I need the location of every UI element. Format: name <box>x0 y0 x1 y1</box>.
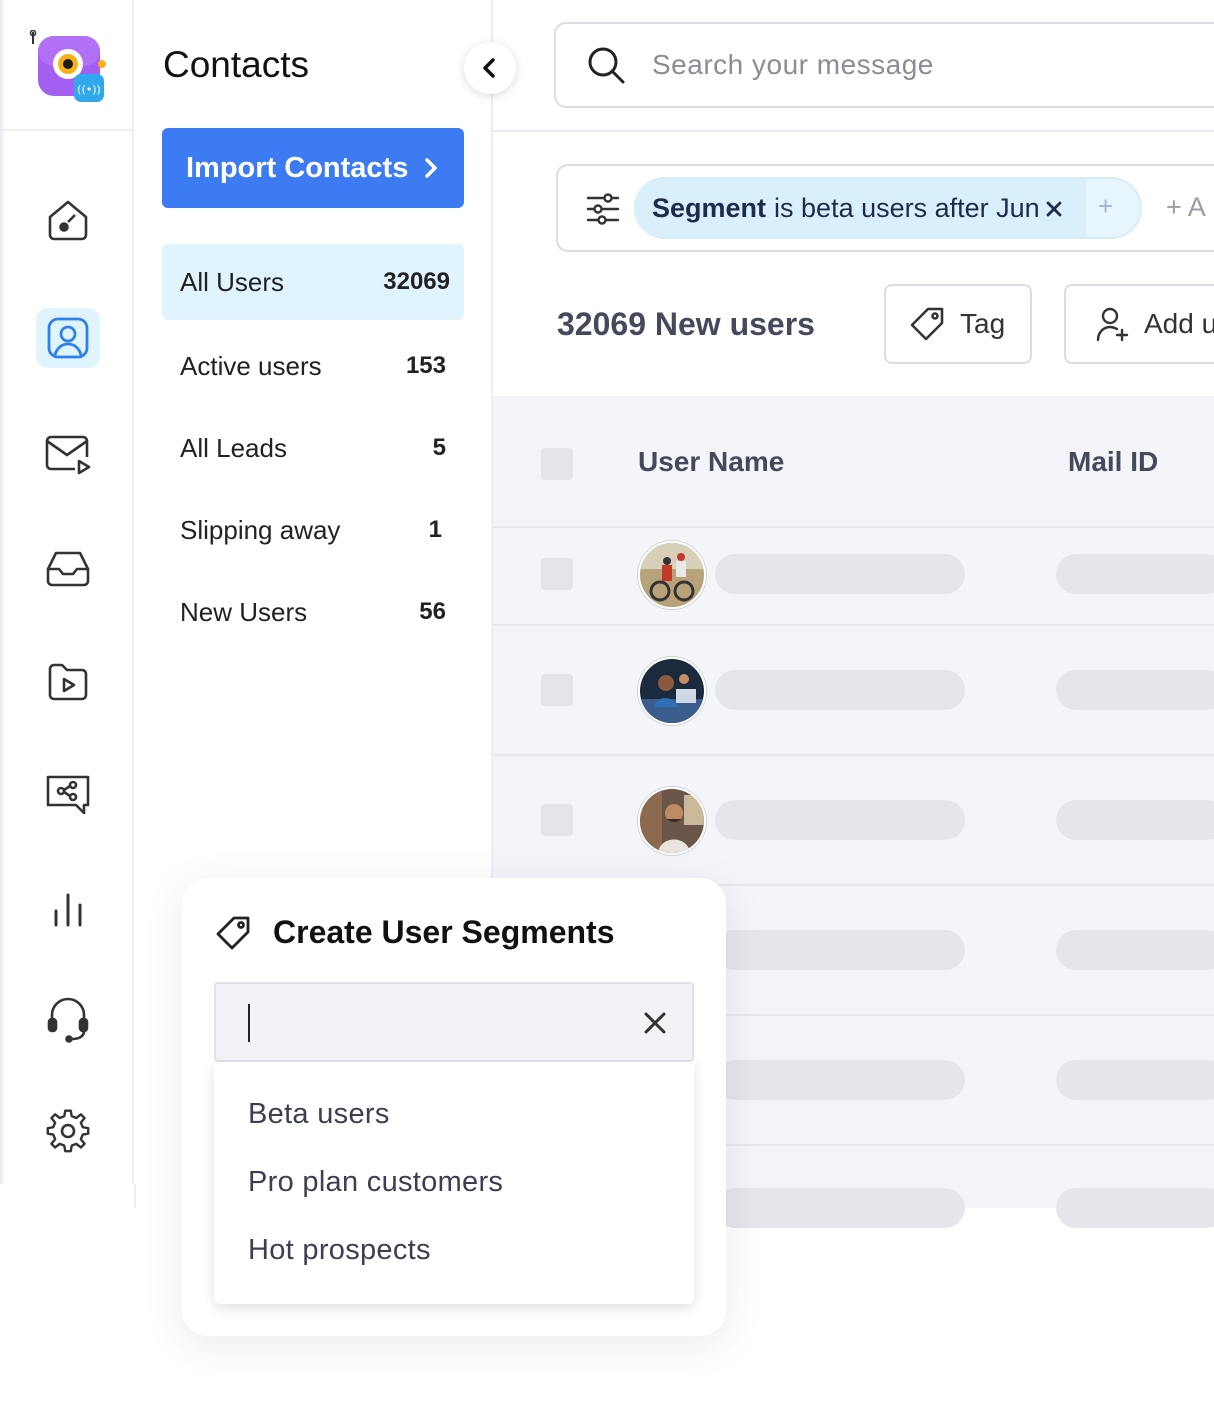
segment-active-users[interactable]: Active users 153 <box>162 328 464 404</box>
add-user-label: Add u <box>1144 308 1214 339</box>
segment-new-users[interactable]: New Users 56 <box>162 574 464 650</box>
chevron-left-icon <box>483 58 495 78</box>
name-placeholder <box>715 670 965 710</box>
import-contacts-label: Import Contacts <box>186 151 409 184</box>
segment-name-input[interactable] <box>214 982 694 1062</box>
column-header-mail-id[interactable]: Mail ID <box>1068 446 1158 478</box>
mail-placeholder <box>1056 930 1214 970</box>
import-contacts-button[interactable]: Import Contacts <box>162 128 464 208</box>
segment-label: Slipping away <box>180 514 341 545</box>
page-title: Contacts <box>163 44 310 85</box>
tag-button[interactable]: Tag <box>884 284 1032 364</box>
collapse-panel-button[interactable] <box>464 42 516 94</box>
avatar <box>638 541 706 609</box>
filter-bar: Segment is beta users after Jun + + A <box>556 164 1214 252</box>
segment-count: 153 <box>405 352 446 379</box>
mail-placeholder <box>1056 1060 1214 1100</box>
add-condition-icon[interactable]: + <box>1098 191 1113 222</box>
add-user-icon <box>1096 307 1129 342</box>
segment-label: All Users <box>180 266 285 297</box>
tag-icon <box>216 916 250 950</box>
filter-text: is beta users after Jun <box>774 192 1040 223</box>
analytics-icon[interactable] <box>36 878 100 938</box>
svg-text:((•)): ((•)) <box>77 83 101 96</box>
support-headset-icon[interactable] <box>36 988 100 1048</box>
filter-field: Segment <box>652 192 767 223</box>
option-beta-users[interactable]: Beta users <box>248 1098 390 1131</box>
segment-options-dropdown: Beta users Pro plan customers Hot prospe… <box>214 1062 694 1304</box>
segment-all-users[interactable]: All Users 32069 <box>162 244 464 320</box>
select-all-checkbox[interactable] <box>541 448 573 480</box>
settings-icon[interactable] <box>36 1100 100 1160</box>
segment-all-leads[interactable]: All Leads 5 <box>162 410 464 486</box>
chevron-right-icon <box>425 158 438 178</box>
search-bar[interactable]: Search your message <box>554 22 1214 108</box>
mail-placeholder <box>1056 800 1214 840</box>
name-placeholder <box>715 800 965 840</box>
video-folder-icon[interactable] <box>36 652 100 712</box>
segment-filter-chip[interactable]: Segment is beta users after Jun + <box>634 177 1142 239</box>
home-icon[interactable] <box>36 190 100 250</box>
users-count-heading: 32069 New users <box>557 306 815 342</box>
mail-placeholder <box>1056 554 1214 594</box>
segment-count: 5 <box>432 434 446 461</box>
option-hot-prospects[interactable]: Hot prospects <box>248 1234 431 1267</box>
add-user-button[interactable]: Add u <box>1064 284 1214 364</box>
add-filter-button[interactable]: + A <box>1166 192 1206 223</box>
name-placeholder <box>715 930 965 970</box>
segment-count: 56 <box>419 598 446 625</box>
clear-input-icon[interactable] <box>636 1004 674 1042</box>
tag-label: Tag <box>960 308 1006 339</box>
remove-filter-icon[interactable] <box>1038 193 1070 225</box>
option-pro-plan-customers[interactable]: Pro plan customers <box>248 1166 503 1199</box>
app-logo[interactable]: ((•)) <box>28 30 108 106</box>
segment-count: 32069 <box>383 268 450 295</box>
name-placeholder <box>715 1188 965 1228</box>
popover-title: Create User Segments <box>273 914 615 950</box>
inbox-icon[interactable] <box>36 538 100 598</box>
segment-label: New Users <box>180 596 308 627</box>
segment-slipping-away[interactable]: Slipping away 1 <box>162 492 464 568</box>
tag-icon <box>910 307 944 341</box>
segment-label: Active users <box>180 350 322 381</box>
row-checkbox[interactable] <box>541 674 573 706</box>
name-placeholder <box>715 1060 965 1100</box>
mail-placeholder <box>1056 670 1214 710</box>
search-input[interactable]: Search your message <box>652 49 934 81</box>
column-header-user-name[interactable]: User Name <box>638 446 784 478</box>
mail-placeholder <box>1056 1188 1214 1228</box>
avatar <box>638 657 706 725</box>
text-caret <box>248 1004 250 1042</box>
segment-count: 1 <box>428 516 442 543</box>
row-checkbox[interactable] <box>541 804 573 836</box>
mail-icon[interactable] <box>36 424 100 484</box>
contacts-icon[interactable] <box>36 308 100 368</box>
filter-sliders-icon[interactable] <box>586 192 620 226</box>
search-icon <box>588 47 625 84</box>
row-checkbox[interactable] <box>541 558 573 590</box>
create-segments-popover: Create User Segments Beta users Pro plan… <box>182 878 726 1336</box>
segment-label: All Leads <box>180 432 287 463</box>
share-chat-icon[interactable] <box>36 764 100 824</box>
name-placeholder <box>715 554 965 594</box>
avatar <box>638 787 706 855</box>
